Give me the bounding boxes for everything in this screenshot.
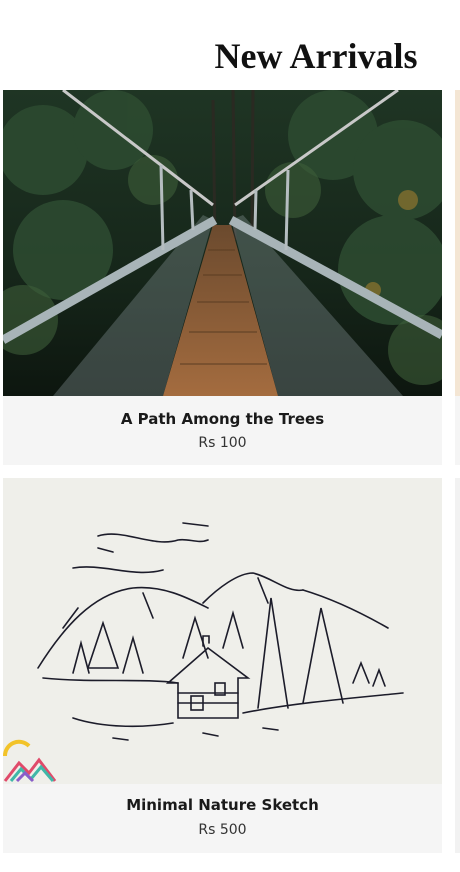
product-card-minimal-nature-sketch[interactable]: Minimal Nature Sketch Rs 500	[3, 478, 442, 853]
product-price: Rs 100	[198, 435, 247, 451]
page-title: New Arrivals	[214, 36, 418, 77]
next-product-card-peek-footer[interactable]	[455, 396, 460, 465]
next-product-card-peek[interactable]	[455, 90, 460, 396]
product-card-path-among-trees[interactable]: A Path Among the Trees Rs 100	[3, 90, 442, 465]
next-product-card-peek[interactable]	[455, 478, 460, 853]
product-price: Rs 500	[198, 822, 247, 838]
product-image-bridge[interactable]	[3, 90, 442, 396]
product-name[interactable]: A Path Among the Trees	[3, 410, 442, 428]
product-name[interactable]: Minimal Nature Sketch	[3, 796, 442, 814]
product-image-sketch[interactable]	[3, 478, 442, 784]
